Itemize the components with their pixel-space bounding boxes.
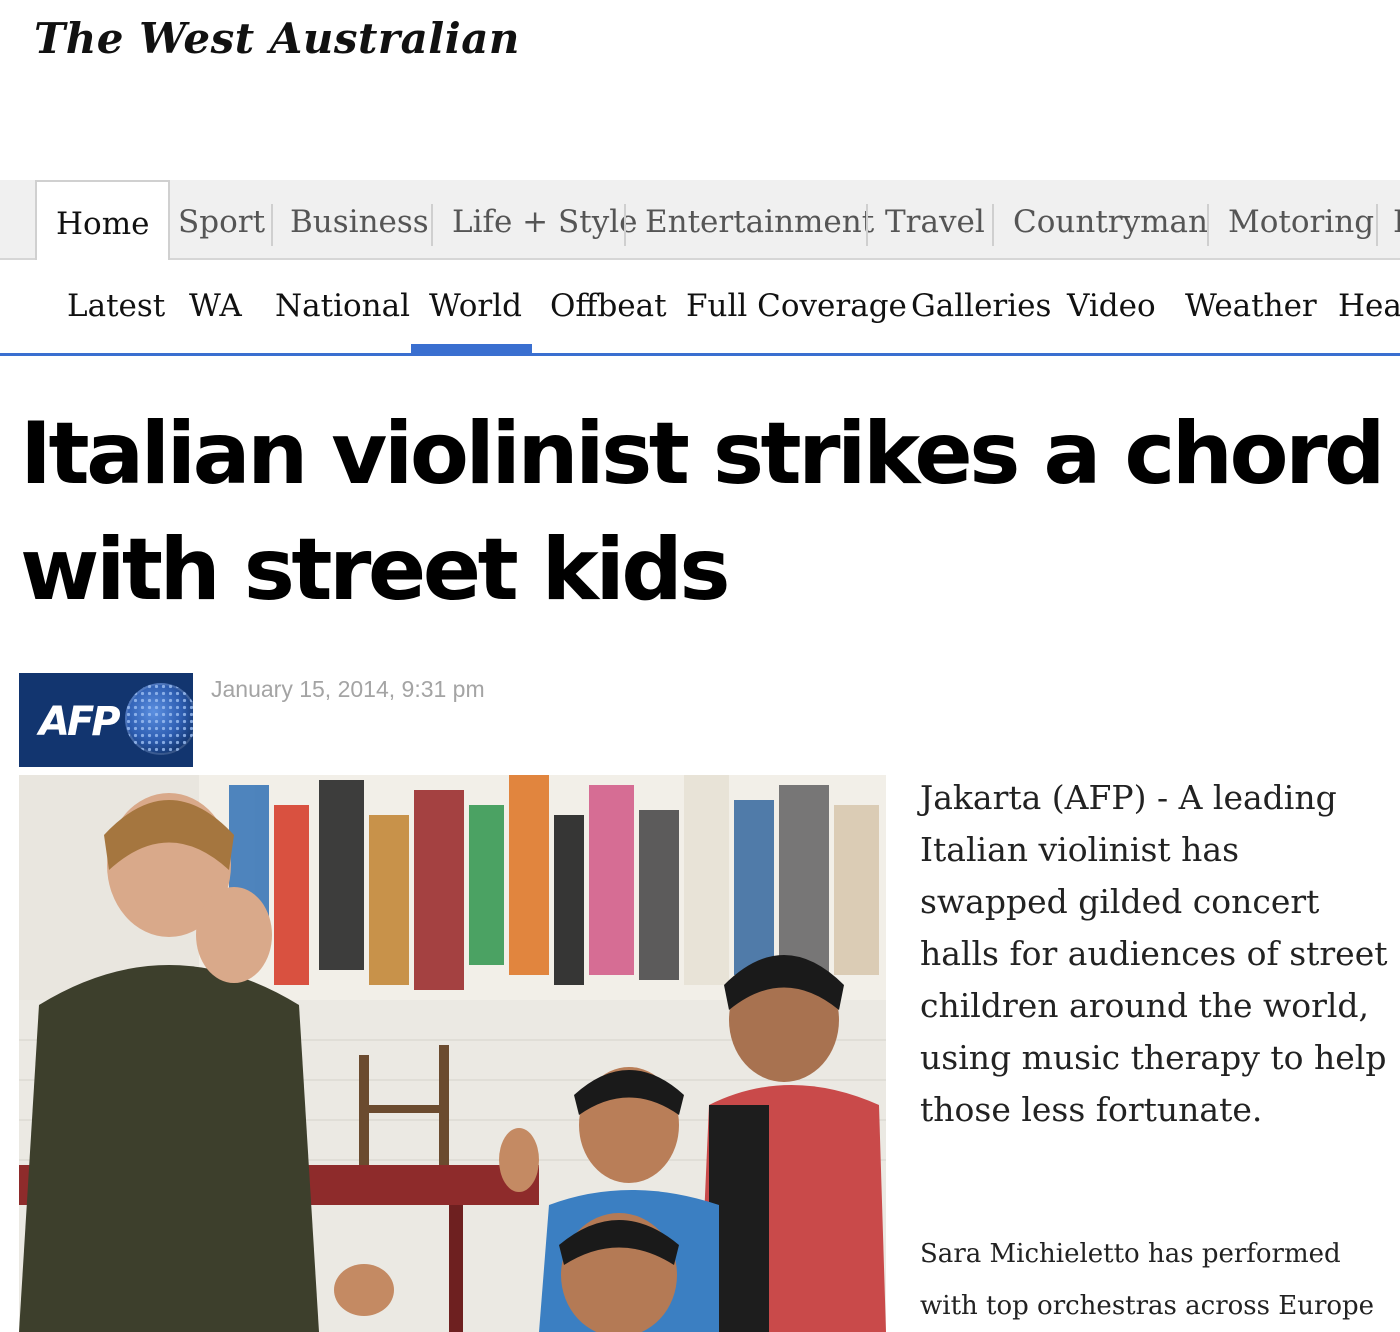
article-paragraph: Sara Michieletto has performed with top … (920, 1239, 1375, 1321)
tab-overflow[interactable]: I (1393, 204, 1400, 240)
subnav-world[interactable]: World (429, 288, 522, 324)
subnav-weather[interactable]: Weather (1185, 288, 1317, 324)
article-date: January 15, 2014, 9:31 pm (211, 676, 485, 702)
nav-divider (271, 204, 273, 246)
subnav-galleries[interactable]: Galleries (911, 288, 1051, 324)
active-tab-indicator (411, 344, 532, 353)
tab-entertainment[interactable]: Entertainment (645, 204, 874, 240)
nav-divider (866, 204, 868, 246)
article-headline: Italian violinist strikes a chord with s… (20, 404, 1386, 620)
nav-divider (431, 204, 433, 246)
nav-divider (1376, 204, 1378, 246)
subnav-health[interactable]: Heal (1338, 288, 1400, 324)
tab-travel[interactable]: Travel (885, 204, 985, 240)
subnav-national[interactable]: National (275, 288, 410, 324)
primary-nav: Home Sport Business Life + Style Enterta… (0, 180, 1400, 262)
tab-home[interactable]: Home (35, 180, 171, 262)
article-photo[interactable] (19, 775, 886, 1332)
nav-divider (992, 204, 994, 246)
afp-logo-text: AFP (39, 699, 121, 745)
subnav-full-coverage[interactable]: Full Coverage (686, 288, 907, 324)
subnav-wa[interactable]: WA (189, 288, 242, 324)
site-logo[interactable]: The West Australian (34, 14, 520, 63)
tab-countryman[interactable]: Countryman (1013, 204, 1208, 240)
subnav-video[interactable]: Video (1067, 288, 1156, 324)
article-lede: Jakarta (AFP) - A leading Italian violin… (920, 778, 1388, 1129)
tab-sport[interactable]: Sport (178, 204, 265, 240)
secondary-nav: Latest WA National World Offbeat Full Co… (0, 260, 1400, 356)
nav-divider (1207, 204, 1209, 246)
subnav-offbeat[interactable]: Offbeat (550, 288, 667, 324)
nav-divider (624, 204, 626, 246)
subnav-latest[interactable]: Latest (67, 288, 165, 324)
afp-logo[interactable]: AFP (19, 673, 193, 767)
tab-business[interactable]: Business (290, 204, 429, 240)
tab-motoring[interactable]: Motoring (1228, 204, 1374, 240)
masthead: The West Australian (0, 0, 1400, 180)
globe-icon (125, 683, 193, 755)
tab-life-style[interactable]: Life + Style (452, 204, 637, 240)
